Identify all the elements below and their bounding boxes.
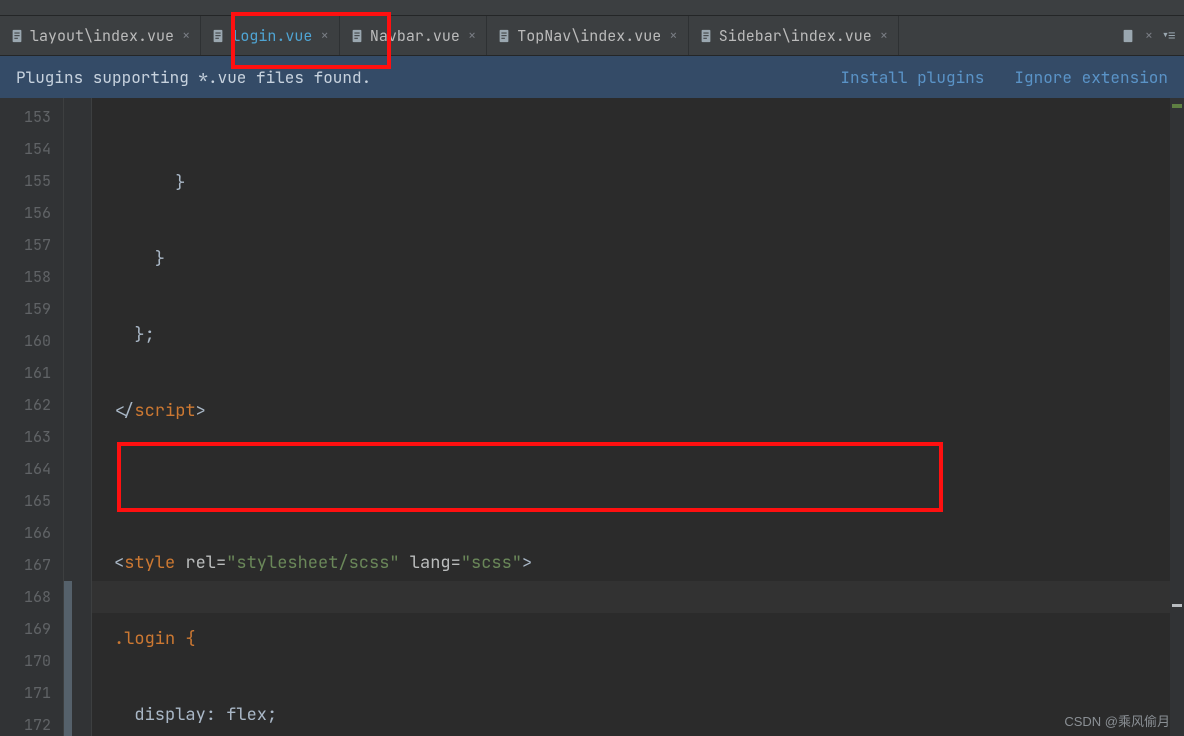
tab-navbar[interactable]: Navbar.vue × bbox=[340, 16, 487, 55]
tab-topnav[interactable]: TopNav\index.vue × bbox=[487, 16, 688, 55]
tab-list-icon[interactable]: ▾≡ bbox=[1161, 27, 1174, 45]
tab-login[interactable]: login.vue × bbox=[201, 16, 339, 55]
tab-label: TopNav\index.vue bbox=[517, 26, 661, 46]
editor: 153 154 155 156 157 158 159 160 161 162 … bbox=[0, 98, 1184, 736]
line-number: 156 bbox=[0, 197, 51, 229]
file-icon bbox=[10, 29, 24, 43]
tab-label: login.vue bbox=[231, 26, 312, 46]
line-number-gutter: 153 154 155 156 157 158 159 160 161 162 … bbox=[0, 98, 64, 736]
line-number: 160 bbox=[0, 325, 51, 357]
file-icon bbox=[211, 29, 225, 43]
close-icon[interactable]: × bbox=[468, 29, 476, 43]
code-content[interactable]: } } }; </script> <style rel="stylesheet/… bbox=[92, 98, 1170, 736]
line-number: 169 bbox=[0, 613, 51, 645]
line-number: 168 bbox=[0, 581, 51, 613]
line-number: 165 bbox=[0, 485, 51, 517]
warning-mark bbox=[1172, 104, 1182, 108]
plugins-notification-bar: Plugins supporting *.vue files found. In… bbox=[0, 56, 1184, 98]
scope-highlight bbox=[64, 581, 72, 736]
watermark: CSDN @乘风偷月 bbox=[1064, 711, 1170, 730]
file-icon bbox=[497, 29, 511, 43]
line-number: 154 bbox=[0, 133, 51, 165]
line-number: 161 bbox=[0, 357, 51, 389]
line-number: 159 bbox=[0, 293, 51, 325]
install-plugins-link[interactable]: Install plugins bbox=[840, 67, 984, 88]
file-icon bbox=[699, 29, 713, 43]
line-number: 164 bbox=[0, 453, 51, 485]
line-number: 162 bbox=[0, 389, 51, 421]
error-stripe[interactable] bbox=[1170, 98, 1184, 736]
close-icon[interactable]: × bbox=[669, 29, 677, 43]
line-number: 172 bbox=[0, 709, 51, 736]
fold-strip bbox=[64, 98, 92, 736]
plugins-message: Plugins supporting *.vue files found. bbox=[16, 67, 371, 88]
tab-label: Navbar.vue bbox=[370, 26, 460, 46]
line-number: 171 bbox=[0, 677, 51, 709]
top-banner bbox=[0, 0, 1184, 16]
file-icon bbox=[350, 29, 364, 43]
ignore-extension-link[interactable]: Ignore extension bbox=[1014, 67, 1168, 88]
line-number: 163 bbox=[0, 421, 51, 453]
line-number: 158 bbox=[0, 261, 51, 293]
close-icon[interactable]: × bbox=[320, 29, 328, 43]
editor-tab-bar: layout\index.vue × login.vue × Navbar.vu… bbox=[0, 16, 1184, 56]
line-number: 157 bbox=[0, 229, 51, 261]
close-icon[interactable]: × bbox=[1145, 29, 1153, 43]
caret-line bbox=[92, 581, 1170, 613]
tab-label: Sidebar\index.vue bbox=[719, 26, 872, 46]
file-icon[interactable] bbox=[1121, 29, 1135, 43]
tab-label: layout\index.vue bbox=[30, 26, 174, 46]
line-number: 170 bbox=[0, 645, 51, 677]
line-number: 153 bbox=[0, 101, 51, 133]
tabbar-overflow: × ▾≡ bbox=[1111, 16, 1184, 55]
line-number: 167 bbox=[0, 549, 51, 581]
close-icon[interactable]: × bbox=[182, 29, 190, 43]
close-icon[interactable]: × bbox=[880, 29, 888, 43]
line-number: 166 bbox=[0, 517, 51, 549]
tab-sidebar[interactable]: Sidebar\index.vue × bbox=[689, 16, 899, 55]
line-number: 155 bbox=[0, 165, 51, 197]
tab-layout-index[interactable]: layout\index.vue × bbox=[0, 16, 201, 55]
caret-mark bbox=[1172, 604, 1182, 607]
